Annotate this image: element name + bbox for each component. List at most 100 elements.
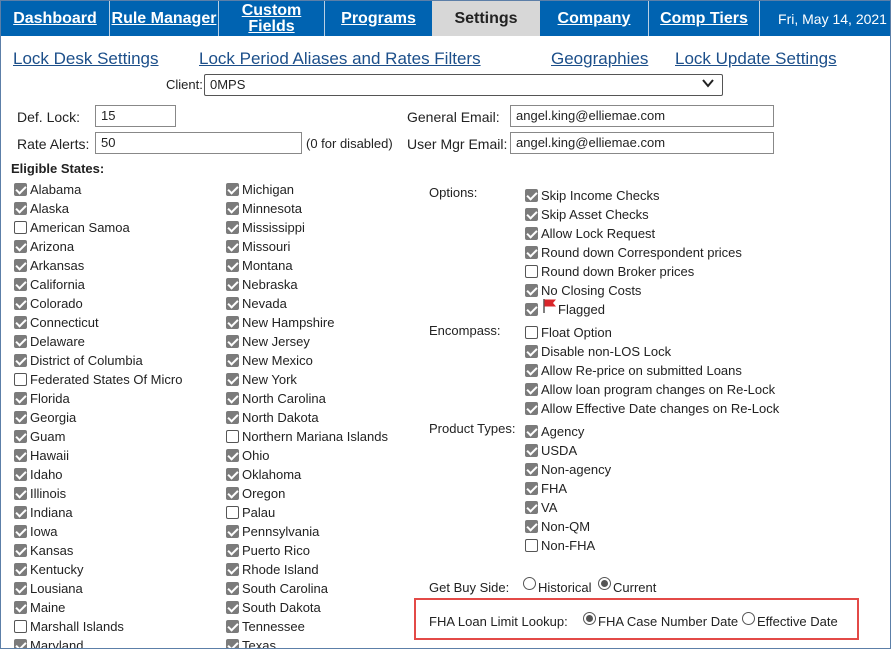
state-palau-checkbox[interactable] — [226, 506, 239, 519]
state-alaska-checkbox[interactable] — [14, 202, 27, 215]
state-district-of-columbia-label: District of Columbia — [30, 353, 143, 368]
product-non-qm-checkbox[interactable] — [525, 520, 538, 533]
product-agency-checkbox[interactable] — [525, 425, 538, 438]
state-missouri-checkbox[interactable] — [226, 240, 239, 253]
state-pennsylvania-checkbox[interactable] — [226, 525, 239, 538]
state-federated-states-of-micro-checkbox[interactable] — [14, 373, 27, 386]
client-select[interactable]: 0MPS — [204, 74, 723, 96]
buy-side-historical-radio[interactable] — [523, 577, 536, 590]
rate-alerts-input[interactable]: 50 — [95, 132, 302, 154]
tab-company[interactable]: Company — [540, 1, 648, 36]
option-skip-asset-checks-checkbox[interactable] — [525, 208, 538, 221]
state-new-mexico-checkbox[interactable] — [226, 354, 239, 367]
option-round-down-correspondent-prices-label: Round down Correspondent prices — [541, 245, 742, 260]
state-arizona-checkbox[interactable] — [14, 240, 27, 253]
state-oklahoma-checkbox[interactable] — [226, 468, 239, 481]
state-idaho-checkbox[interactable] — [14, 468, 27, 481]
product-non-agency-checkbox[interactable] — [525, 463, 538, 476]
option-skip-income-checks-checkbox[interactable] — [525, 189, 538, 202]
state-new-jersey-checkbox[interactable] — [226, 335, 239, 348]
state-ohio-checkbox[interactable] — [226, 449, 239, 462]
tab-comp-tiers[interactable]: Comp Tiers — [649, 1, 759, 36]
state-nevada-checkbox[interactable] — [226, 297, 239, 310]
state-alabama-checkbox[interactable] — [14, 183, 27, 196]
state-montana-checkbox[interactable] — [226, 259, 239, 272]
state-kansas-checkbox[interactable] — [14, 544, 27, 557]
state-hawaii-checkbox[interactable] — [14, 449, 27, 462]
product-non-fha-checkbox[interactable] — [525, 539, 538, 552]
state-north-carolina-checkbox[interactable] — [226, 392, 239, 405]
link-geographies[interactable]: Geographies — [551, 49, 648, 69]
state-mississippi-checkbox[interactable] — [226, 221, 239, 234]
state-oklahoma-label: Oklahoma — [242, 467, 302, 482]
buy-side-current-radio[interactable] — [598, 577, 611, 590]
state-nebraska-checkbox[interactable] — [226, 278, 239, 291]
product-fha-checkbox[interactable] — [525, 482, 538, 495]
state-connecticut-checkbox[interactable] — [14, 316, 27, 329]
encompass-allow-loan-program-changes-on-re-lock-checkbox[interactable] — [525, 383, 538, 396]
user-mgr-email-input[interactable]: angel.king@elliemae.com — [510, 132, 774, 154]
state-california-checkbox[interactable] — [14, 278, 27, 291]
encompass-disable-non-los-lock-checkbox[interactable] — [525, 345, 538, 358]
state-iowa-checkbox[interactable] — [14, 525, 27, 538]
state-texas-checkbox[interactable] — [226, 639, 239, 648]
product-usda-checkbox[interactable] — [525, 444, 538, 457]
def-lock-input[interactable]: 15 — [95, 105, 176, 127]
state-michigan-checkbox[interactable] — [226, 183, 239, 196]
product-va-checkbox[interactable] — [525, 501, 538, 514]
product-agency-label: Agency — [541, 424, 585, 439]
state-new-hampshire-checkbox[interactable] — [226, 316, 239, 329]
encompass-float-option-checkbox[interactable] — [525, 326, 538, 339]
option-allow-lock-request-checkbox[interactable] — [525, 227, 538, 240]
link-lock-update-settings[interactable]: Lock Update Settings — [675, 49, 837, 69]
state-nevada-label: Nevada — [242, 296, 287, 311]
state-north-carolina-label: North Carolina — [242, 391, 326, 406]
state-indiana-checkbox[interactable] — [14, 506, 27, 519]
state-american-samoa-checkbox[interactable] — [14, 221, 27, 234]
state-puerto-rico-checkbox[interactable] — [226, 544, 239, 557]
state-north-dakota-checkbox[interactable] — [226, 411, 239, 424]
state-minnesota-checkbox[interactable] — [226, 202, 239, 215]
state-federated-states-of-micro-label: Federated States Of Micro — [30, 372, 183, 387]
state-florida-checkbox[interactable] — [14, 392, 27, 405]
state-south-dakota-checkbox[interactable] — [226, 601, 239, 614]
option-round-down-correspondent-prices-checkbox[interactable] — [525, 246, 538, 259]
state-arkansas-checkbox[interactable] — [14, 259, 27, 272]
state-oregon-checkbox[interactable] — [226, 487, 239, 500]
encompass-allow-re-price-on-submitted-loans-checkbox[interactable] — [525, 364, 538, 377]
state-guam-checkbox[interactable] — [14, 430, 27, 443]
state-maine-checkbox[interactable] — [14, 601, 27, 614]
effective-date-radio[interactable] — [742, 612, 755, 625]
link-lock-desk-settings[interactable]: Lock Desk Settings — [13, 49, 159, 69]
link-lock-period-aliases[interactable]: Lock Period Aliases and Rates Filters — [199, 49, 481, 69]
state-lousiana-checkbox[interactable] — [14, 582, 27, 595]
state-district-of-columbia-checkbox[interactable] — [14, 354, 27, 367]
state-arkansas-label: Arkansas — [30, 258, 85, 273]
state-south-carolina-checkbox[interactable] — [226, 582, 239, 595]
state-kentucky-checkbox[interactable] — [14, 563, 27, 576]
state-illinois-checkbox[interactable] — [14, 487, 27, 500]
tab-settings[interactable]: Settings — [432, 1, 540, 36]
state-northern-mariana-islands-checkbox[interactable] — [226, 430, 239, 443]
fha-case-number-date-radio[interactable] — [583, 612, 596, 625]
general-email-input[interactable]: angel.king@elliemae.com — [510, 105, 774, 127]
state-new-york-checkbox[interactable] — [226, 373, 239, 386]
state-rhode-island-checkbox[interactable] — [226, 563, 239, 576]
state-maryland-checkbox[interactable] — [14, 639, 27, 648]
state-marshall-islands-checkbox[interactable] — [14, 620, 27, 633]
tab-rule-manager[interactable]: Rule Manager — [110, 1, 218, 36]
state-colorado-checkbox[interactable] — [14, 297, 27, 310]
settings-page: Dashboard Rule Manager Custom Fields Pro… — [0, 0, 891, 649]
state-new-york-label: New York — [242, 372, 297, 387]
tab-dashboard[interactable]: Dashboard — [1, 1, 109, 36]
option-round-down-broker-prices-checkbox[interactable] — [525, 265, 538, 278]
state-tennessee-checkbox[interactable] — [226, 620, 239, 633]
state-delaware-checkbox[interactable] — [14, 335, 27, 348]
state-tennessee-label: Tennessee — [242, 619, 305, 634]
option-flagged-checkbox[interactable] — [525, 303, 538, 316]
state-georgia-checkbox[interactable] — [14, 411, 27, 424]
encompass-allow-effective-date-changes-on-re-lock-checkbox[interactable] — [525, 402, 538, 415]
option-no-closing-costs-checkbox[interactable] — [525, 284, 538, 297]
tab-programs[interactable]: Programs — [325, 1, 432, 36]
tab-custom-fields[interactable]: Custom Fields — [219, 1, 324, 36]
